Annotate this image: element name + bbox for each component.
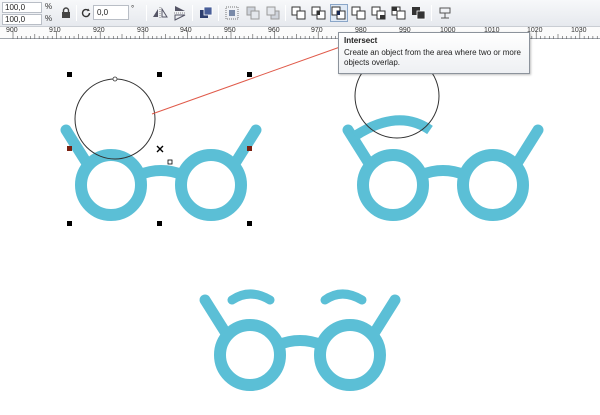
angle-unit: ° — [131, 4, 135, 13]
ruler-label: 920 — [93, 27, 105, 34]
to-back-button[interactable] — [264, 4, 282, 22]
convert-button[interactable] — [436, 4, 454, 22]
intersect-icon — [331, 6, 346, 20]
to-front-icon — [246, 6, 260, 20]
weld-icon — [291, 6, 306, 20]
glasses-right[interactable] — [348, 130, 538, 215]
front-minus-back-button[interactable] — [370, 4, 388, 22]
simplify-icon — [351, 6, 366, 20]
circle-shape-selected[interactable] — [74, 78, 156, 160]
drawing-canvas[interactable] — [0, 40, 600, 415]
front-minus-back-icon — [371, 6, 386, 20]
back-minus-front-button[interactable] — [390, 4, 408, 22]
glasses-left[interactable] — [66, 130, 256, 215]
weld-button[interactable] — [290, 4, 308, 22]
ruler-label: 900 — [6, 27, 18, 34]
ruler-label: 1030 — [571, 27, 587, 34]
mirror-vertical-icon — [174, 6, 186, 21]
glasses-result[interactable] — [205, 300, 395, 385]
lock-icon — [62, 7, 70, 18]
rotation-angle-field[interactable]: 0,0 — [93, 5, 129, 20]
tooltip-body: Create an object from the area where two… — [344, 48, 521, 67]
mirror-horizontal-button[interactable] — [151, 4, 169, 22]
create-boundary-button[interactable] — [410, 4, 428, 22]
ruler-label: 950 — [224, 27, 236, 34]
ruler-label: 960 — [268, 27, 280, 34]
lock-ratio-button[interactable] — [57, 4, 75, 22]
ruler-label: 940 — [180, 27, 192, 34]
ruler-label: 910 — [49, 27, 61, 34]
trim-icon — [311, 6, 326, 20]
property-bar: 100,0 % 100,0 % 0,0 ° — [0, 0, 600, 27]
tooltip-title: Intersect — [344, 36, 378, 45]
scale-x-field[interactable]: 100,0 — [2, 2, 42, 13]
intersect-arc[interactable] — [352, 115, 433, 141]
align-distribute-icon — [225, 6, 239, 20]
connector-line — [151, 46, 341, 115]
align-distribute-button[interactable] — [223, 4, 241, 22]
ruler-label: 930 — [137, 27, 149, 34]
ruler-label: 970 — [311, 27, 323, 34]
brow-left — [227, 289, 275, 305]
trim-button[interactable] — [310, 4, 328, 22]
scale-y-field[interactable]: 100,0 — [2, 14, 42, 25]
rotate-icon — [81, 8, 91, 18]
group-button[interactable] — [197, 4, 215, 22]
simplify-button[interactable] — [350, 4, 368, 22]
brow-right — [320, 289, 367, 305]
mirror-horizontal-icon — [153, 7, 168, 19]
convert-icon — [439, 7, 451, 19]
scale-x-unit: % — [45, 2, 53, 11]
mirror-vertical-button[interactable] — [171, 4, 189, 22]
to-front-button[interactable] — [244, 4, 262, 22]
group-icon — [200, 6, 213, 18]
scale-y-unit: % — [45, 14, 53, 23]
intersect-tooltip: Intersect Create an object from the area… — [338, 32, 530, 74]
intersect-button[interactable] — [330, 4, 348, 22]
node-handle[interactable] — [112, 76, 118, 82]
canvas-artwork — [0, 46, 600, 415]
create-boundary-icon — [412, 7, 426, 20]
to-back-icon — [266, 6, 280, 20]
back-minus-front-icon — [391, 6, 406, 20]
